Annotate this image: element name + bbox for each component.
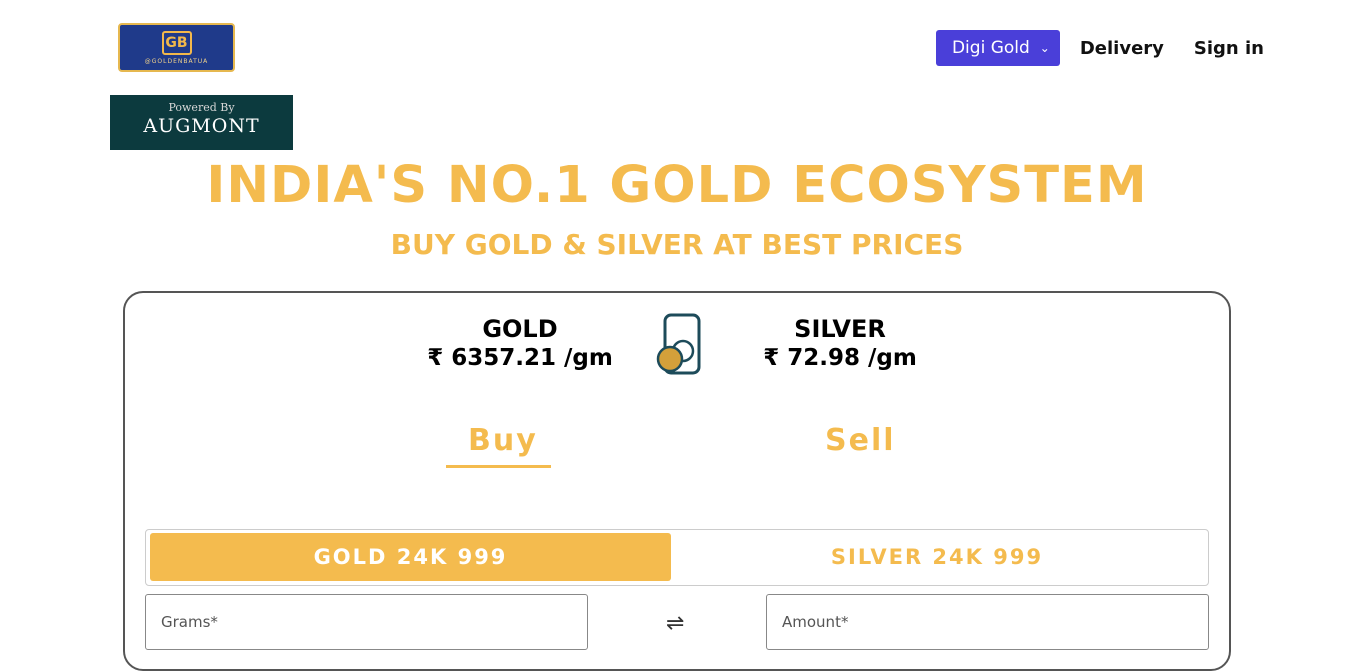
coin-phone-icon (656, 313, 701, 375)
grams-input[interactable] (145, 594, 588, 650)
silver-label: SILVER (794, 315, 886, 343)
powered-by-augmont: Powered By AUGMONT (110, 95, 293, 150)
trade-card: GOLD ₹ 6357.21 /gm SILVER ₹ 72.98 /gm Bu… (123, 291, 1231, 671)
gold-price: ₹ 6357.21 /gm (427, 345, 613, 371)
logo-mark: GB (161, 30, 192, 55)
silver-price-block: SILVER ₹ 72.98 /gm (740, 315, 940, 371)
page-subtitle: BUY GOLD & SILVER AT BEST PRICES (390, 228, 964, 261)
gold-label: GOLD (482, 315, 558, 343)
powered-by-text: Powered By (168, 101, 235, 114)
brand-logo[interactable]: GB @GOLDENBATUA (118, 23, 235, 72)
swap-arrows-icon[interactable]: ⇌ (666, 611, 684, 636)
digi-gold-label: Digi Gold (951, 38, 1030, 58)
gold-price-block: GOLD ₹ 6357.21 /gm (420, 315, 620, 371)
delivery-link[interactable]: Delivery (1070, 38, 1174, 59)
page-title: INDIA'S NO.1 GOLD ECOSYSTEM (206, 156, 1148, 215)
silver-24k-option[interactable]: SILVER 24K 999 (676, 533, 1198, 581)
top-nav: Digi Gold ⌄ Delivery Sign in (935, 30, 1274, 66)
digi-gold-dropdown[interactable]: Digi Gold ⌄ (935, 30, 1060, 66)
active-tab-indicator (446, 465, 551, 468)
gold-24k-option[interactable]: GOLD 24K 999 (150, 533, 671, 581)
tab-buy[interactable]: Buy (468, 423, 538, 458)
metal-toggle: GOLD 24K 999 SILVER 24K 999 (145, 529, 1209, 586)
sign-in-link[interactable]: Sign in (1184, 38, 1274, 59)
chevron-down-icon: ⌄ (1039, 41, 1050, 55)
logo-text: @GOLDENBATUA (144, 57, 209, 65)
augmont-logo: AUGMONT (143, 115, 260, 137)
tab-sell[interactable]: Sell (825, 423, 896, 458)
silver-price: ₹ 72.98 /gm (763, 345, 917, 371)
amount-input[interactable] (766, 594, 1209, 650)
